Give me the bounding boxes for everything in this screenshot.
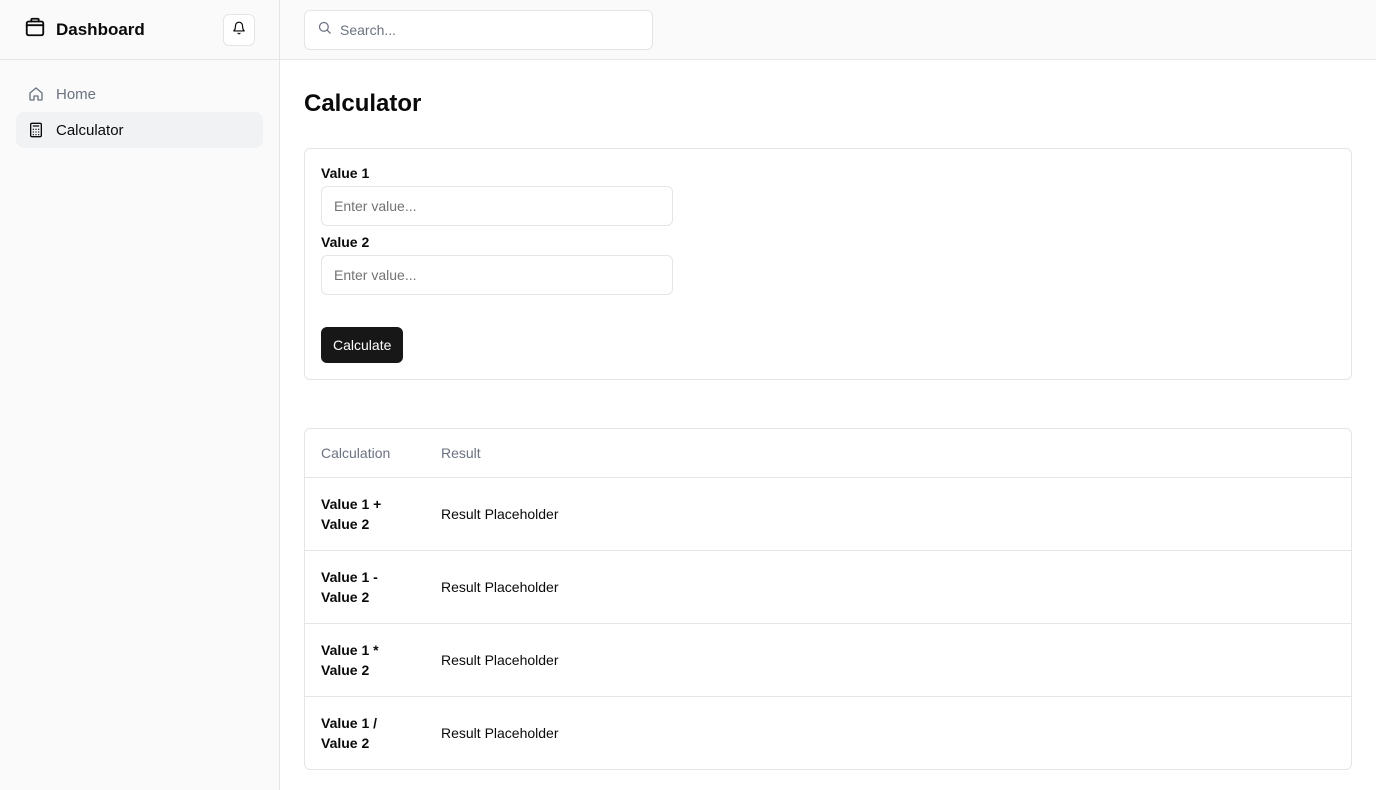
value1-input[interactable] xyxy=(321,186,673,226)
calculator-form-card: Value 1 Value 2 Calculate xyxy=(304,148,1352,380)
notifications-button[interactable] xyxy=(223,13,255,46)
value2-input[interactable] xyxy=(321,255,673,295)
calculator-icon xyxy=(28,122,44,138)
value1-label: Value 1 xyxy=(321,165,370,181)
result-cell: Result Placeholder xyxy=(425,477,1351,551)
content: Calculator Value 1 Value 2 Calculate Cal… xyxy=(280,60,1376,770)
brand[interactable]: Dashboard xyxy=(24,16,145,43)
table-row: Value 1 + Value 2 Result Placeholder xyxy=(305,477,1351,551)
result-cell: Result Placeholder xyxy=(425,550,1351,624)
app-root: Dashboard Home Calculator Search... Calc… xyxy=(0,0,1376,790)
calculate-button[interactable]: Calculate xyxy=(321,327,404,363)
column-header-calculation: Calculation xyxy=(305,429,425,478)
sidebar-item-label: Calculator xyxy=(56,121,124,139)
sidebar-item-calculator[interactable]: Calculator xyxy=(16,112,263,148)
calculation-text: Value 1 - Value 2 xyxy=(321,568,378,605)
search-input[interactable] xyxy=(340,21,640,38)
bell-icon xyxy=(232,21,246,38)
sidebar-nav: Home Calculator xyxy=(0,60,279,164)
table-header-row: Calculation Result xyxy=(305,429,1351,478)
calculation-text: Value 1 * Value 2 xyxy=(321,641,379,678)
calculation-text: Value 1 / Value 2 xyxy=(321,714,378,751)
results-table-grid: Calculation Result Value 1 + Value 2 Res… xyxy=(305,429,1351,769)
column-header-result: Result xyxy=(425,429,1351,478)
search-icon xyxy=(317,20,332,40)
value2-label: Value 2 xyxy=(321,234,370,250)
search-box[interactable] xyxy=(304,9,653,50)
table-row: Value 1 - Value 2 Result Placeholder xyxy=(305,550,1351,624)
sidebar-item-home[interactable]: Home xyxy=(16,76,263,112)
brand-title: Dashboard xyxy=(56,19,145,39)
page-title: Calculator xyxy=(304,90,422,117)
package-icon xyxy=(24,16,46,43)
sidebar-header: Dashboard xyxy=(0,0,279,60)
result-cell: Result Placeholder xyxy=(425,623,1351,697)
calculation-text: Value 1 + Value 2 xyxy=(321,495,382,532)
calculation-cell: Value 1 / Value 2 xyxy=(305,696,425,769)
table-row: Value 1 / Value 2 Result Placeholder xyxy=(305,696,1351,769)
topbar xyxy=(280,0,1376,60)
sidebar-item-label: Home xyxy=(56,85,97,103)
calculation-cell: Value 1 + Value 2 xyxy=(305,477,425,551)
home-icon xyxy=(28,86,44,102)
main-area: Calculator Value 1 Value 2 Calculate Cal… xyxy=(280,0,1376,790)
calculation-cell: Value 1 - Value 2 xyxy=(305,550,425,624)
result-cell: Result Placeholder xyxy=(441,724,559,741)
table-row: Value 1 * Value 2 Result Placeholder xyxy=(305,623,1351,697)
results-table: Calculation Result Value 1 + Value 2 Res… xyxy=(304,428,1352,770)
calculation-cell: Value 1 * Value 2 xyxy=(305,623,425,697)
sidebar: Dashboard Home Calculator xyxy=(0,0,280,790)
